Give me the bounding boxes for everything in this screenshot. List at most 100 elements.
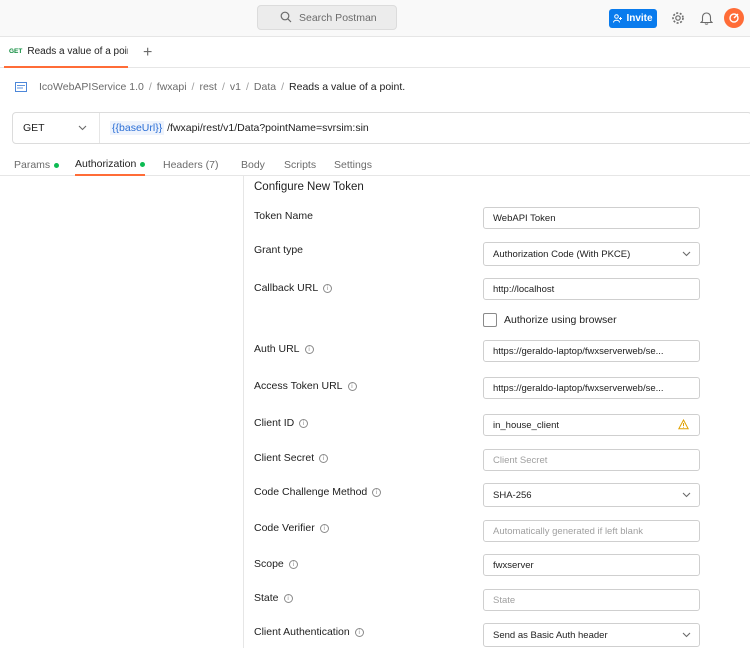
- add-user-icon: [613, 14, 623, 23]
- breadcrumb-folder[interactable]: v1: [230, 81, 241, 93]
- label-text: Token Name: [254, 210, 313, 222]
- new-tab-plus-icon[interactable]: +: [143, 44, 152, 62]
- method-select[interactable]: GET: [13, 113, 100, 143]
- chevron-down-icon: [682, 492, 691, 498]
- token-name-input[interactable]: WebAPI Token: [483, 207, 700, 229]
- tab-bar: GET Reads a value of a poir +: [0, 37, 750, 68]
- select-value: Authorization Code (With PKCE): [493, 248, 631, 260]
- access-token-url-input[interactable]: https://geraldo-laptop/fwxserverweb/se..…: [483, 377, 700, 399]
- tab-body-label: Body: [241, 159, 265, 171]
- info-icon[interactable]: i: [304, 344, 314, 354]
- state-input[interactable]: State: [483, 589, 700, 611]
- info-icon[interactable]: i: [319, 523, 329, 533]
- client-id-label: Client ID i: [254, 417, 309, 429]
- url-bar: GET {{baseUrl}} /fwxapi/rest/v1/Data?poi…: [12, 112, 750, 144]
- warning-icon: [678, 419, 689, 430]
- tab-headers-label: Headers (7): [163, 159, 219, 171]
- invite-label: Invite: [626, 13, 653, 24]
- info-icon[interactable]: i: [347, 381, 357, 391]
- breadcrumb-folder[interactable]: fwxapi: [157, 81, 187, 93]
- breadcrumb-separator: /: [191, 81, 195, 93]
- state-label: State i: [254, 592, 293, 604]
- breadcrumb: IcoWebAPIService 1.0 / fwxapi / rest / v…: [15, 79, 405, 95]
- auth-url-input[interactable]: https://geraldo-laptop/fwxserverweb/se..…: [483, 340, 700, 362]
- tab-params-label: Params: [14, 159, 51, 171]
- client-secret-input[interactable]: Client Secret: [483, 449, 700, 471]
- auth-url-label: Auth URL i: [254, 343, 314, 355]
- request-tab[interactable]: GET Reads a value of a poir: [4, 37, 128, 68]
- label-text: Scope: [254, 558, 284, 570]
- search-icon: [280, 11, 292, 23]
- url-variable: {{baseUrl}}: [110, 121, 165, 135]
- settings-gear-icon[interactable]: [670, 10, 686, 26]
- label-text: Code Verifier: [254, 522, 315, 534]
- code-verifier-input[interactable]: Automatically generated if left blank: [483, 520, 700, 542]
- breadcrumb-separator: /: [281, 81, 285, 93]
- label-text: Access Token URL: [254, 380, 343, 392]
- breadcrumb-folder[interactable]: rest: [199, 81, 217, 93]
- token-name-label: Token Name: [254, 210, 313, 222]
- info-icon[interactable]: i: [319, 453, 329, 463]
- request-tabs: Params Authorization Headers (7) Body Sc…: [0, 150, 750, 176]
- form-title: Configure New Token: [254, 181, 364, 193]
- label-text: Callback URL: [254, 282, 319, 294]
- chevron-down-icon: [78, 125, 87, 131]
- label-text: Grant type: [254, 244, 304, 256]
- panel-divider: [243, 176, 244, 648]
- select-value: SHA-256: [493, 489, 532, 501]
- scope-label: Scope i: [254, 558, 298, 570]
- info-icon[interactable]: i: [354, 627, 364, 637]
- authorize-browser-row[interactable]: Authorize using browser: [483, 313, 617, 327]
- tab-method: GET: [9, 48, 23, 55]
- url-input[interactable]: {{baseUrl}} /fwxapi/rest/v1/Data?pointNa…: [100, 121, 369, 135]
- client-auth-label: Client Authentication i: [254, 626, 364, 638]
- notification-bell-icon[interactable]: [698, 10, 714, 26]
- code-verifier-label: Code Verifier i: [254, 522, 329, 534]
- code-challenge-label: Code Challenge Method i: [254, 486, 382, 498]
- invite-button[interactable]: Invite: [609, 9, 657, 28]
- label-text: Auth URL: [254, 343, 300, 355]
- status-dot: [54, 162, 60, 168]
- status-dot: [140, 161, 146, 167]
- tab-authorization[interactable]: Authorization: [75, 154, 146, 176]
- label-text: Client ID: [254, 417, 295, 429]
- postman-logo-icon[interactable]: [724, 8, 744, 28]
- code-challenge-select[interactable]: SHA-256: [483, 483, 700, 507]
- info-icon[interactable]: i: [283, 593, 293, 603]
- method-value: GET: [23, 122, 45, 134]
- info-icon[interactable]: i: [299, 418, 309, 428]
- tab-params[interactable]: Params: [14, 154, 60, 176]
- tab-headers[interactable]: Headers (7): [163, 154, 218, 176]
- client-id-input[interactable]: in_house_client: [483, 414, 700, 436]
- label-text: Code Challenge Method: [254, 486, 368, 498]
- http-request-icon: [15, 82, 27, 92]
- grant-type-select[interactable]: Authorization Code (With PKCE): [483, 242, 700, 266]
- info-icon[interactable]: i: [372, 487, 382, 497]
- tab-body[interactable]: Body: [241, 154, 265, 176]
- tab-label: Reads a value of a poir: [27, 46, 128, 57]
- breadcrumb-folder[interactable]: Data: [254, 81, 276, 93]
- callback-url-input[interactable]: http://localhost: [483, 278, 700, 300]
- authorize-browser-checkbox[interactable]: [483, 313, 497, 327]
- breadcrumb-request-name[interactable]: Reads a value of a point.: [289, 81, 405, 93]
- search-postman[interactable]: Search Postman: [257, 5, 397, 30]
- info-icon[interactable]: i: [323, 283, 333, 293]
- info-icon[interactable]: i: [288, 559, 298, 569]
- client-auth-select[interactable]: Send as Basic Auth header: [483, 623, 700, 647]
- search-placeholder: Search Postman: [299, 11, 377, 24]
- label-text: Client Authentication: [254, 626, 350, 638]
- tab-scripts[interactable]: Scripts: [284, 154, 316, 176]
- breadcrumb-separator: /: [246, 81, 249, 93]
- breadcrumb-collection[interactable]: IcoWebAPIService 1.0: [39, 81, 144, 93]
- url-path: /fwxapi/rest/v1/Data?pointName=svrsim:si…: [167, 122, 369, 134]
- breadcrumb-separator: /: [221, 81, 225, 93]
- scope-input[interactable]: fwxserver: [483, 554, 700, 576]
- top-bar: Search Postman Invite: [0, 0, 750, 37]
- chevron-down-icon: [682, 632, 691, 638]
- chevron-down-icon: [682, 251, 691, 257]
- client-id-value: in_house_client: [493, 419, 560, 431]
- authorize-browser-label: Authorize using browser: [504, 314, 617, 326]
- label-text: State: [254, 592, 279, 604]
- tab-authorization-label: Authorization: [75, 158, 137, 170]
- tab-settings[interactable]: Settings: [334, 154, 372, 176]
